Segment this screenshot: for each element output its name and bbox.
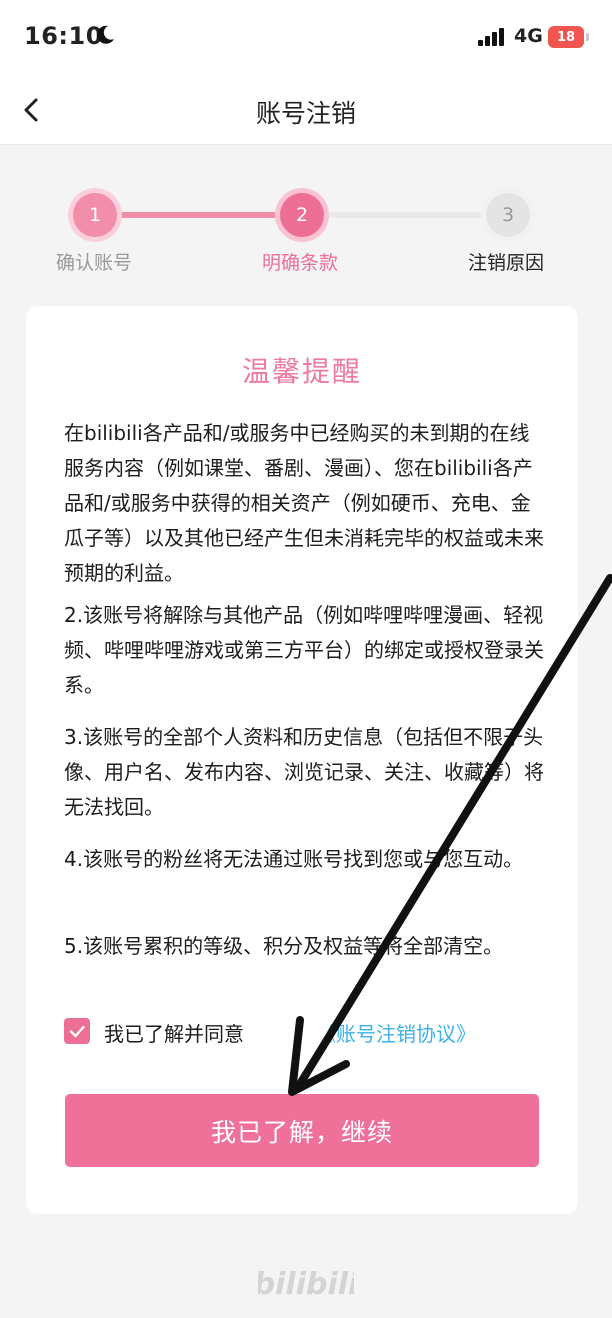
status-time: 16:10 (24, 22, 103, 50)
stepper-line-completed (95, 212, 302, 218)
reminder-paragraph-2: 2.该账号将解除与其他产品（例如哔哩哔哩漫画、轻视频、哔哩哔哩游戏或第三方平台）… (64, 603, 544, 697)
step-2-circle: 2 (280, 193, 324, 237)
step-1-circle: 1 (73, 193, 117, 237)
svg-text:bilibili: bilibili (258, 1267, 354, 1302)
stepper-line-pending (302, 212, 508, 218)
agreement-link[interactable]: 《账号注销协议》 (316, 1018, 476, 1047)
continue-button[interactable]: 我已了解，继续 (65, 1094, 539, 1167)
bilibili-logo: bilibili (258, 1267, 354, 1302)
battery-level: 18 (556, 29, 576, 45)
step-3-label: 注销原因 (468, 252, 545, 274)
reminder-paragraph-1: 在bilibili各产品和/或服务中已经购买的未到期的在线服务内容（例如课堂、番… (64, 421, 544, 585)
reminder-paragraph-5: 5.该账号累积的等级、积分及权益等将全部清空。 (64, 934, 504, 958)
nav-bar: 账号注销 (0, 78, 612, 145)
battery-icon: 18 (548, 26, 589, 48)
agree-checkbox[interactable] (64, 1018, 90, 1044)
moon-icon (97, 25, 114, 44)
agreement-label: 我已了解并同意 (104, 1022, 244, 1046)
checkmark-icon (69, 1025, 85, 1038)
network-type: 4G (514, 25, 543, 47)
step-2-label: 明确条款 (262, 252, 339, 274)
reminder-card: 温馨提醒 在bilibili各产品和/或服务中已经购买的未到期的在线服务内容（例… (26, 306, 578, 1214)
step-1-label: 确认账号 (56, 252, 133, 274)
page-title: 账号注销 (255, 99, 356, 128)
status-bar: 16:10 4G 18 (0, 0, 612, 78)
card-title: 温馨提醒 (241, 355, 362, 388)
reminder-paragraph-4: 4.该账号的粉丝将无法通过账号找到您或与您互动。 (64, 847, 524, 871)
reminder-paragraph-3: 3.该账号的全部个人资料和历史信息（包括但不限于头像、用户名、发布内容、浏览记录… (64, 725, 544, 819)
step-3-circle: 3 (486, 193, 530, 237)
progress-stepper: 1 2 3 确认账号 明确条款 注销原因 (0, 146, 612, 286)
signal-icon (478, 28, 504, 46)
